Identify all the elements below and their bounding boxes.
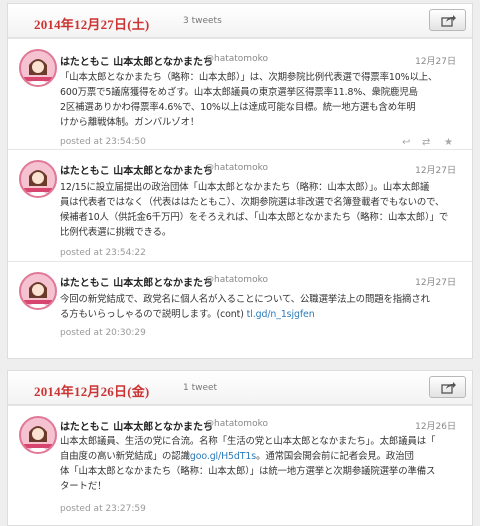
tweet-date[interactable]: 12月27日 xyxy=(415,163,456,176)
share-icon xyxy=(441,15,456,27)
tweet-text: 山本太郎議員、生活の党に合流。名称「生活の党と山本太郎となかまたち」。太郎議員は… xyxy=(60,434,460,494)
tweet-link[interactable]: tl.gd/n_1sjgfen xyxy=(247,309,315,320)
tweet-text-line: 員は代表者ではなく（代表ははたともこ）、次期参院選は非改選で名簿登載者でもないの… xyxy=(60,197,445,208)
tweet-posted-time[interactable]: posted at 23:54:50 xyxy=(60,137,146,147)
tweet-posted-time[interactable]: posted at 23:27:59 xyxy=(60,504,146,514)
tweet-author-handle[interactable]: @hatatomoko xyxy=(205,419,268,429)
day-header: 2014年12月27日(土) 3 tweets xyxy=(8,4,472,38)
tweet-item: はたともこ 山本太郎となかまたち @hatatomoko 12月26日 山本太郎… xyxy=(8,405,472,525)
tweet-author-handle[interactable]: @hatatomoko xyxy=(205,54,268,64)
avatar[interactable] xyxy=(19,416,57,454)
tweet-date[interactable]: 12月27日 xyxy=(415,275,456,288)
tweet-author-handle[interactable]: @hatatomoko xyxy=(205,163,268,173)
tweet-actions: ↩ ⇄ ★ xyxy=(402,137,462,149)
tweet-text-line: 12/15に設立届提出の政治団体「山本太郎となかまたち（略称：山本太郎）」。山本… xyxy=(60,182,430,193)
tweet-text-line: 山本太郎議員、生活の党に合流。名称「生活の党と山本太郎となかまたち」。太郎議員は… xyxy=(60,436,436,447)
tweet-header: はたともこ 山本太郎となかまたち @hatatomoko 12月26日 xyxy=(60,418,462,433)
share-button[interactable] xyxy=(429,9,466,31)
tweet-text-segment: 自由度の高い新党結成」の認識 xyxy=(60,451,190,462)
tweet-date[interactable]: 12月27日 xyxy=(415,54,456,67)
tweet-text: 12/15に設立届提出の政治団体「山本太郎となかまたち（略称：山本太郎）」。山本… xyxy=(60,180,460,240)
tweet-posted-time[interactable]: posted at 23:54:22 xyxy=(60,248,146,258)
tweet-header: はたともこ 山本太郎となかまたち @hatatomoko 12月27日 xyxy=(60,274,462,289)
tweet-text: 今回の新党結成で、政党名に個人名が入ることについて、公職選挙法上の問題を指摘され… xyxy=(60,292,460,322)
day-date: 2014年12月26日(金) xyxy=(34,384,150,399)
tweet-date[interactable]: 12月26日 xyxy=(415,419,456,432)
retweet-icon[interactable]: ⇄ xyxy=(422,137,430,149)
tweet-item: はたともこ 山本太郎となかまたち @hatatomoko 12月27日 今回の新… xyxy=(8,261,472,357)
tweet-posted-time[interactable]: posted at 20:30:29 xyxy=(60,328,146,338)
tweet-text-line: けから離戦体制。ガンバルゾオ！ xyxy=(60,117,200,128)
tweet-text-line: 体「山本太郎となかまたち（略称：山本太郎）」は統一地方選挙と次期参議院選挙の準備… xyxy=(60,466,436,477)
tweet-header: はたともこ 山本太郎となかまたち @hatatomoko 12月27日 xyxy=(60,162,462,177)
star-icon[interactable]: ★ xyxy=(444,137,453,149)
tweet-text-segment: る方もいらっしゃるので説明します。(cont) xyxy=(60,309,244,320)
tweet-author-name[interactable]: はたともこ 山本太郎となかまたち xyxy=(60,418,213,433)
tweet-text-line: 候補者10人（供託金6千万円）をそろえれば、「山本太郎となかまたち（略称：山本太… xyxy=(60,212,449,223)
tweet-text-line: 自由度の高い新党結成」の認識goo.gl/H5dT1s。通常国会開会前に記者会見… xyxy=(60,449,460,464)
tweet-author-handle[interactable]: @hatatomoko xyxy=(205,275,268,285)
day-header: 2014年12月26日(金) 1 tweet xyxy=(8,371,472,405)
day-date: 2014年12月27日(土) xyxy=(34,17,150,32)
tweet-text-segment: 。通常国会開会前に記者会見。政治団 xyxy=(256,451,414,462)
tweet-author-name[interactable]: はたともこ 山本太郎となかまたち xyxy=(60,162,213,177)
tweet-author-name[interactable]: はたともこ 山本太郎となかまたち xyxy=(60,274,213,289)
tweet-item: はたともこ 山本太郎となかまたち @hatatomoko 12月27日 「山本太… xyxy=(8,38,472,149)
avatar[interactable] xyxy=(19,49,57,87)
tweet-item: はたともこ 山本太郎となかまたち @hatatomoko 12月27日 12/1… xyxy=(8,149,472,261)
tweet-link[interactable]: goo.gl/H5dT1s xyxy=(190,451,256,462)
tweet-author-name[interactable]: はたともこ 山本太郎となかまたち xyxy=(60,53,213,68)
tweet-count: 3 tweets xyxy=(183,16,222,26)
avatar[interactable] xyxy=(19,160,57,198)
reply-icon[interactable]: ↩ xyxy=(402,137,410,149)
tweet-text-line: る方もいらっしゃるので説明します。(cont) tl.gd/n_1sjgfen xyxy=(60,307,460,322)
share-button[interactable] xyxy=(429,376,466,398)
tweet-text-line: 比例代表選に挑戦できる。 xyxy=(60,227,172,238)
day-section-1227: 2014年12月27日(土) 3 tweets はたともこ 山本太郎となかまたち… xyxy=(7,3,473,359)
tweet-text-line: 600万票で5議席獲得をめざす。山本太郎議員の東京選挙区得票率11.8%、衆院鹿… xyxy=(60,87,418,98)
tweet-text: 「山本太郎となかまたち（略称：山本太郎）」は、次期参院比例代表選で得票率10%以… xyxy=(60,70,460,130)
share-icon xyxy=(441,382,456,394)
tweet-text-line: 2区補選ありかわ得票率4.6%で、10%以上は達成可能な目標。統一地方選も含め年… xyxy=(60,102,416,113)
tweet-header: はたともこ 山本太郎となかまたち @hatatomoko 12月27日 xyxy=(60,53,462,68)
tweet-count: 1 tweet xyxy=(183,383,218,393)
tweet-text-line: 今回の新党結成で、政党名に個人名が入ることについて、公職選挙法上の問題を指摘され xyxy=(60,294,430,305)
day-section-1226: 2014年12月26日(金) 1 tweet はたともこ 山本太郎となかまたち … xyxy=(7,370,473,526)
avatar[interactable] xyxy=(19,272,57,310)
tweet-text-line: タートだ！ xyxy=(60,481,107,492)
tweet-text-line: 「山本太郎となかまたち（略称：山本太郎）」は、次期参院比例代表選で得票率10%以… xyxy=(60,72,438,83)
